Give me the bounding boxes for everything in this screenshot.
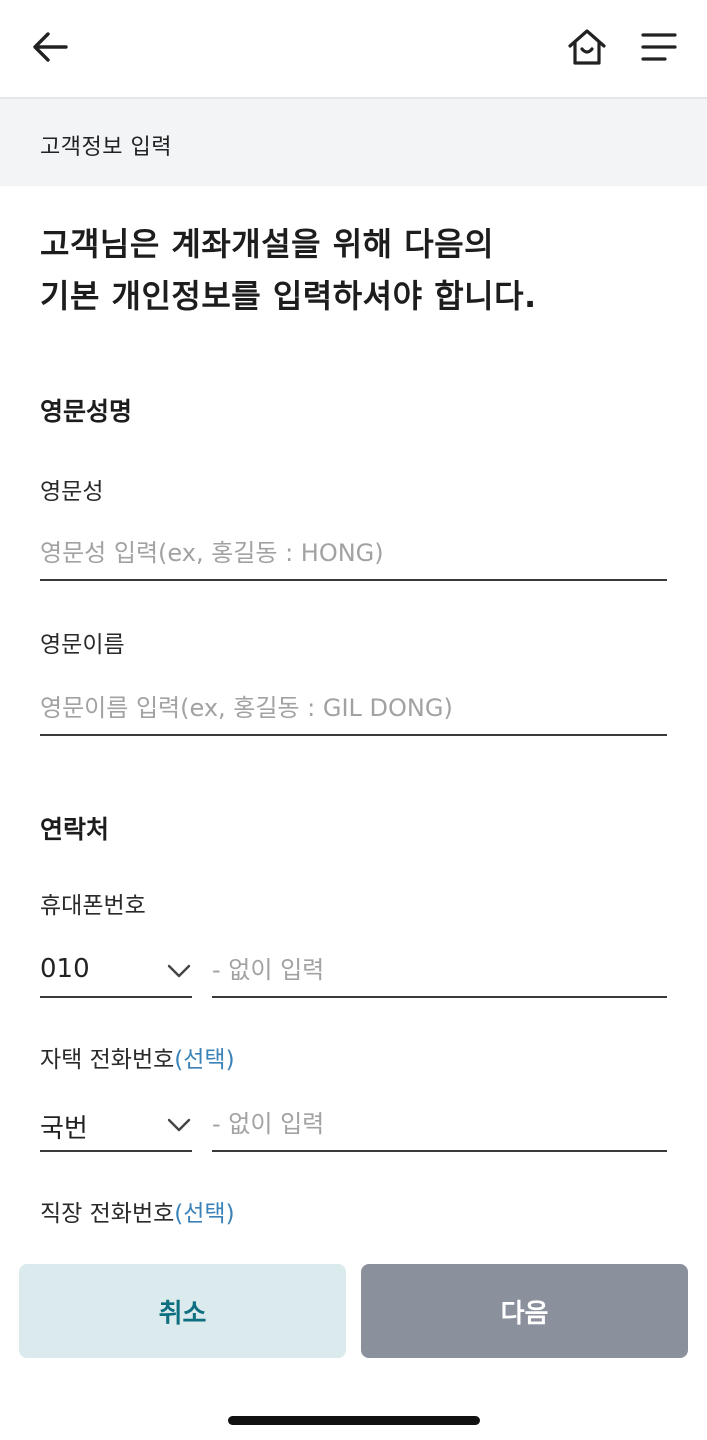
headline-line-2: 기본 개인정보를 입력하셔야 합니다. [40,277,537,315]
home-icon [568,29,606,65]
last-name-input[interactable] [40,527,667,581]
work-phone-label: 직장 전화번호(선택) [40,1194,235,1228]
headline-line-1: 고객님은 계좌개설을 위해 다음의 [40,225,495,263]
contact-group-title: 연락처 [40,815,110,844]
last-name-label: 영문성 [40,479,104,505]
next-button[interactable]: 다음 [361,1264,688,1358]
chevron-down-icon [167,1118,191,1132]
mobile-prefix-select[interactable]: 010 [40,944,192,998]
english-name-group-title: 영문성명 [40,397,133,426]
cancel-button[interactable]: 취소 [19,1264,346,1358]
home-phone-optional-tag: (선택) [174,1047,235,1073]
bottom-action-bar: 취소 다음 [0,1256,707,1440]
home-phone-prefix-select[interactable]: 국번 [40,1098,192,1152]
section-header: 고객정보 입력 [0,99,707,186]
home-phone-prefix-value: 국번 [40,1114,88,1144]
page-headline: 고객님은 계좌개설을 위해 다음의 기본 개인정보를 입력하셔야 합니다. [40,218,680,322]
home-button[interactable] [559,19,615,75]
first-name-input[interactable] [40,682,667,736]
menu-button[interactable] [631,19,687,75]
top-navigation-bar [0,0,707,99]
home-phone-label: 자택 전화번호(선택) [40,1040,235,1074]
home-phone-input[interactable] [212,1098,667,1152]
hamburger-menu-icon [641,33,677,61]
mobile-number-input[interactable] [212,944,667,998]
section-title: 고객정보 입력 [40,135,172,160]
home-phone-label-text: 자택 전화번호 [40,1047,175,1073]
chevron-down-icon [167,964,191,978]
form-content[interactable]: 고객님은 계좌개설을 위해 다음의 기본 개인정보를 입력하셔야 합니다. 영문… [0,186,707,1256]
mobile-label: 휴대폰번호 [40,893,146,919]
home-indicator[interactable] [228,1416,480,1425]
work-phone-label-text: 직장 전화번호 [40,1201,175,1227]
work-phone-optional-tag: (선택) [174,1201,235,1227]
arrow-left-icon [33,32,68,62]
back-button[interactable] [22,19,78,75]
mobile-prefix-value: 010 [40,954,90,984]
first-name-label: 영문이름 [40,632,125,658]
